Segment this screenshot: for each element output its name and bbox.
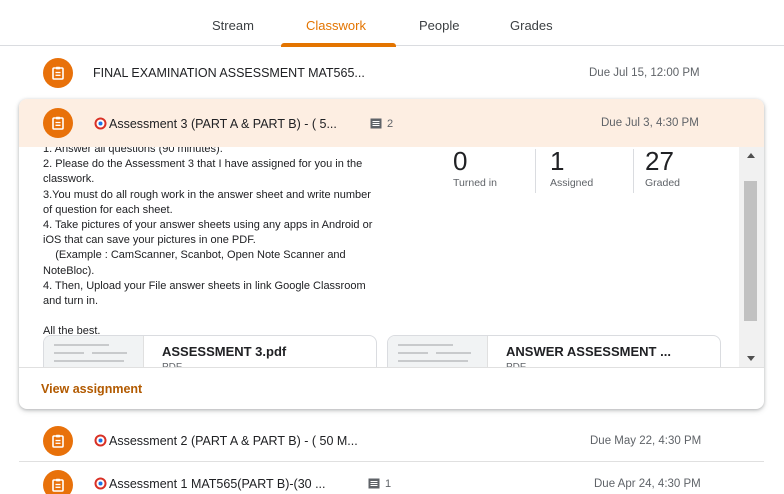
stat-label: Assigned [550, 177, 594, 189]
description-line: 4. Then, Upload your File answer sheets … [43, 279, 366, 292]
card-header[interactable]: Assessment 3 (PART A & PART B) - ( 5... … [19, 99, 764, 147]
view-assignment-link[interactable]: View assignment [41, 382, 142, 396]
item-title: FINAL EXAMINATION ASSESSMENT MAT565... [93, 66, 365, 80]
submission-stats: 0 Turned in 1 Assigned 27 Graded [449, 147, 739, 207]
comment-icon [368, 478, 380, 489]
assignment-icon [43, 108, 73, 138]
stat-value: 27 [645, 147, 674, 176]
scroll-down-arrow-icon[interactable] [747, 356, 755, 361]
description-line: of question for each sheet. [43, 203, 173, 216]
stat-graded[interactable]: 27 Graded [645, 147, 680, 199]
card-scrollbar[interactable] [739, 147, 764, 367]
stat-value: 1 [550, 147, 565, 176]
item-due-date: Due Apr 24, 4:30 PM [594, 478, 701, 490]
description-line: and turn in. [43, 295, 99, 308]
attachment-pdf[interactable]: ANSWER ASSESSMENT ... PDF [387, 335, 721, 367]
stat-turned-in[interactable]: 0 Turned in [453, 147, 497, 199]
description-line: iOS that can save your pictures in one P… [43, 234, 256, 247]
stat-assigned[interactable]: 1 Assigned [550, 147, 593, 199]
comment-count: 2 [387, 118, 394, 130]
card-footer: View assignment [19, 367, 764, 409]
assignment-icon [43, 58, 73, 88]
target-icon [94, 434, 107, 447]
classwork-item-assessment-2[interactable]: Assessment 2 (PART A & PART B) - ( 50 M.… [19, 422, 764, 458]
scroll-up-arrow-icon[interactable] [747, 153, 755, 158]
description-line: (Example : CamScanner, Scanbot, Open Not… [43, 249, 346, 262]
row-divider [19, 461, 764, 462]
active-tab-indicator [281, 43, 396, 47]
card-body: 1. Answer all questions (90 minutes). 2.… [19, 147, 739, 367]
classwork-item-assessment-1[interactable]: Assessment 1 MAT565(PART B)-(30 ... 1 Du… [19, 466, 764, 494]
description-line [43, 309, 448, 324]
tab-stream[interactable]: Stream [212, 18, 254, 33]
item-due-date: Due Jul 15, 12:00 PM [589, 67, 700, 79]
description-line: NoteBloc). [43, 264, 95, 277]
tab-classwork[interactable]: Classwork [306, 18, 366, 33]
stat-label: Graded [645, 177, 681, 189]
comment-icon [370, 118, 382, 129]
target-icon [94, 117, 107, 130]
description-line: classwork. [43, 173, 95, 186]
scrollbar-thumb[interactable] [744, 181, 757, 321]
assignment-icon [43, 470, 73, 494]
assignment-icon [43, 426, 73, 456]
target-icon [94, 477, 107, 490]
classwork-item-final-exam[interactable]: FINAL EXAMINATION ASSESSMENT MAT565... D… [19, 52, 764, 92]
classroom-tab-bar: Stream Classwork People Grades [0, 0, 784, 47]
pdf-thumbnail [44, 336, 144, 367]
expanded-assignment-card: Assessment 3 (PART A & PART B) - ( 5... … [19, 99, 764, 409]
tab-grades[interactable]: Grades [510, 18, 553, 33]
stat-divider [535, 149, 536, 193]
description-line: 4. Take pictures of your answer sheets u… [43, 219, 373, 232]
description-line: 2. Please do the Assessment 3 that I hav… [43, 158, 363, 171]
item-title: Assessment 3 (PART A & PART B) - ( 5... [109, 117, 337, 131]
description-line: 1. Answer all questions (90 minutes). [43, 147, 223, 155]
stat-value: 0 [453, 147, 468, 176]
item-due-date: Due May 22, 4:30 PM [590, 435, 702, 447]
tab-people[interactable]: People [419, 18, 459, 33]
attachment-pdf[interactable]: ASSESSMENT 3.pdf PDF [43, 335, 377, 367]
attachment-title: ASSESSMENT 3.pdf [162, 344, 287, 359]
item-title: Assessment 2 (PART A & PART B) - ( 50 M.… [109, 434, 358, 448]
attachment-title: ANSWER ASSESSMENT ... [506, 344, 671, 359]
comment-count: 1 [385, 478, 392, 490]
stat-label: Turned in [453, 177, 497, 189]
item-due-date: Due Jul 3, 4:30 PM [601, 117, 699, 129]
item-title: Assessment 1 MAT565(PART B)-(30 ... [109, 477, 326, 491]
stat-divider [633, 149, 634, 193]
pdf-thumbnail [388, 336, 488, 367]
assignment-description: 1. Answer all questions (90 minutes). 2.… [43, 147, 448, 340]
description-line: 3.You must do all rough work in the answ… [43, 188, 371, 201]
